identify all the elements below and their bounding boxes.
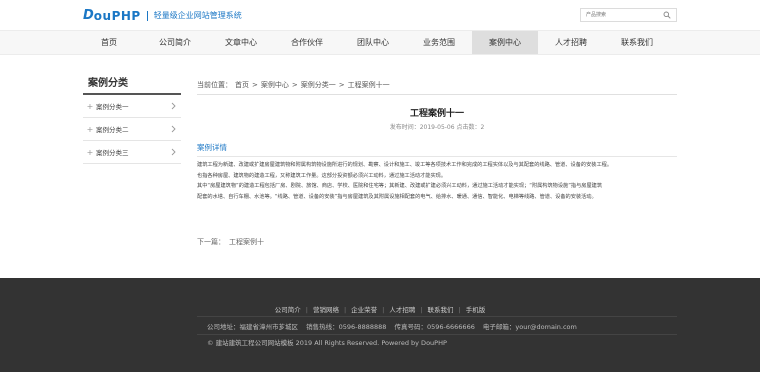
nav-item[interactable]: 公司简介 [142,31,208,54]
footer-link[interactable]: 手机版 [466,306,486,314]
sidebar-item-label: 案例分类三 [96,149,129,157]
footer-link-separator: | [458,306,461,314]
nav-item[interactable]: 业务范围 [406,31,472,54]
chevron-right-icon [171,125,176,135]
breadcrumb: 当前位置： 首页 > 案例中心 > 案例分类一 > 工程案例十一 [197,75,677,95]
site-header: D ouPHP 轻量级企业网站管理系统 [0,0,760,30]
footer-link[interactable]: 人才招聘 [389,306,415,314]
next-article: 下一篇： 工程案例十 [197,237,677,247]
sidebar: 案例分类 + 案例分类一 + 案例分类二 + 案例分类三 [83,75,181,164]
footer-copyright: © 建站建筑工程公司网站模板 2019 All Rights Reserved.… [207,339,447,347]
footer-contact: 公司地址：福建省漳州市芗城区 销售热线：0596-8888888 传真号码：05… [207,321,583,331]
sidebar-item[interactable]: + 案例分类三 [83,141,181,164]
article-title: 工程案例十一 [409,109,464,119]
search-box [580,8,677,22]
breadcrumb-item[interactable]: 案例分类一 [301,81,336,89]
footer-fax: 传真号码：0596-6666666 [394,323,475,331]
footer-link[interactable]: 营销网络 [313,306,339,314]
article-paragraph: 建筑工程为新建、改建或扩建房屋建筑物和附属构筑物设施所进行的规划、勘察、设计和施… [197,162,613,168]
sidebar-item[interactable]: + 案例分类一 [83,95,181,118]
article-paragraph: 其中“房屋建筑物”的建造工程包括厂房、剧院、旅馆、商店、学校、医院和住宅等；其新… [197,183,603,189]
sidebar-item-label: 案例分类一 [96,103,129,111]
content: 当前位置： 首页 > 案例中心 > 案例分类一 > 工程案例十一 工程案例十一 发布时间：20… [197,75,677,247]
section-label: 案例详情 [197,141,677,157]
article-body: 建筑工程为新建、改建或扩建房屋建筑物和附属构筑物设施所进行的规划、勘察、设计和施… [197,160,677,202]
nav-item[interactable]: 团队中心 [340,31,406,54]
footer-address: 公司地址：福建省漳州市芗城区 [207,323,298,331]
logo-mark: D [83,8,94,23]
article-paragraph: 也指各种房屋、建筑物的建造工程，又称建筑工作量。这部分投资额必须兴工动料，通过施… [197,172,447,179]
plus-icon: + [86,101,94,111]
plus-icon: + [86,124,94,134]
footer-links: 公司简介 | 营销网络 | 企业荣誉 | 人才招聘 | 联系我们 | 手机版 [0,304,760,314]
footer-link-separator: | [382,306,385,314]
logo-text: ouPHP [93,8,141,23]
footer-link[interactable]: 联系我们 [428,306,454,314]
footer-link-separator: | [420,306,423,314]
chevron-right-icon [171,148,176,158]
breadcrumb-item[interactable]: 案例中心 [261,81,289,89]
footer-link-separator: | [343,306,347,314]
footer-divider [197,334,677,335]
next-article-link[interactable]: 工程案例十 [229,238,264,246]
breadcrumb-separator: > [338,81,345,89]
article-info: 发布时间：2019-05-06 点击数：2 [389,124,485,131]
site-footer: 公司简介 | 营销网络 | 企业荣誉 | 人才招聘 | 联系我们 | 手机版 公司地址：福建省漳州市… [0,278,760,372]
nav-item[interactable]: 首页 [76,31,142,54]
article-paragraph: 配套的水塔、自行车棚、水池等。“线路、管道、设备的安装”指与房屋建筑及其附属设施… [197,193,597,200]
search-input[interactable] [581,9,661,21]
footer-link[interactable]: 企业荣誉 [351,306,377,314]
nav-item[interactable]: 案例中心 [472,31,538,54]
breadcrumb-separator: > [291,81,298,89]
breadcrumb-label: 当前位置： [197,81,232,89]
sidebar-item-label: 案例分类二 [96,126,129,134]
footer-divider [197,316,677,317]
nav-item[interactable]: 联系我们 [604,31,670,54]
main-area: 案例分类 + 案例分类一 + 案例分类二 + 案例分类三 当前位置： 首页 > 案例中心 > 案例分… [0,55,760,278]
breadcrumb-item: 工程案例十一 [347,81,390,89]
sidebar-title: 案例分类 [83,75,181,95]
site-logo[interactable]: D ouPHP 轻量级企业网站管理系统 [83,8,242,23]
nav-item[interactable]: 人才招聘 [538,31,604,54]
plus-icon: + [86,147,94,157]
main-nav: 首页 公司简介 文章中心 合作伙伴 团队中心 业务范围 案例中心 人才招聘 联系我们 [0,30,760,55]
nav-item[interactable]: 文章中心 [208,31,274,54]
footer-link-separator: | [305,306,308,314]
site-slogan: 轻量级企业网站管理系统 [146,10,242,21]
footer-hotline: 销售热线：0596-8888888 [306,323,387,331]
nav-item[interactable]: 合作伙伴 [274,31,340,54]
next-label: 下一篇： [197,238,225,246]
breadcrumb-item[interactable]: 首页 [235,81,249,89]
footer-email: 电子邮箱：your@domain.com [482,323,577,331]
search-icon[interactable] [663,11,671,19]
footer-link[interactable]: 公司简介 [275,306,301,314]
breadcrumb-separator: > [252,81,258,89]
sidebar-item[interactable]: + 案例分类二 [83,118,181,141]
chevron-right-icon [171,102,176,112]
